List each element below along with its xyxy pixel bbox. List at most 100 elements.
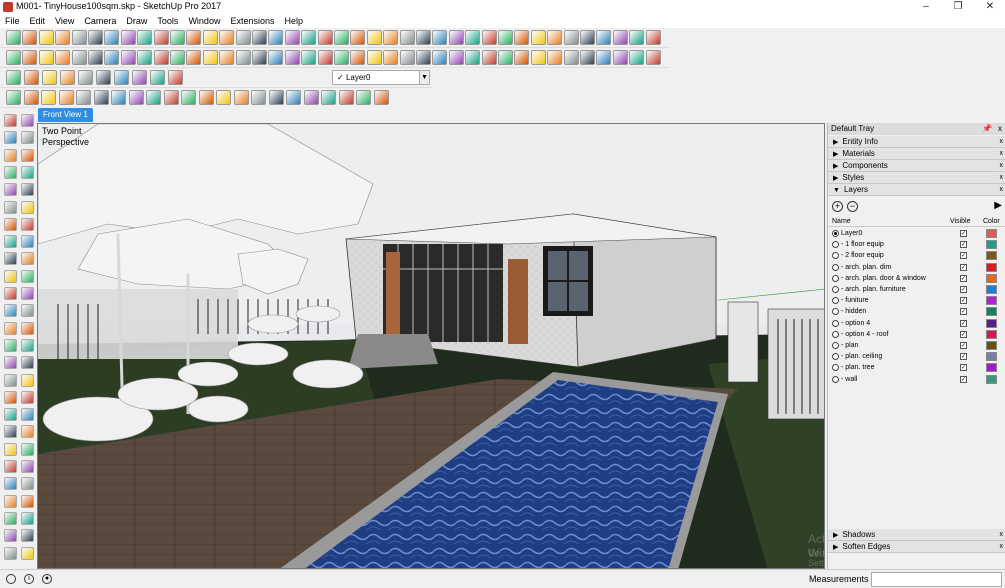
left-tool-icon[interactable] — [4, 460, 17, 473]
pin-icon[interactable]: 📌 — [982, 123, 992, 135]
panel-close-icon[interactable]: x — [1000, 148, 1004, 160]
active-layer-radio[interactable] — [832, 241, 839, 249]
measurements-input[interactable] — [871, 572, 1002, 587]
toolbar-tool-icon[interactable] — [547, 50, 563, 65]
left-tool-icon[interactable] — [21, 373, 34, 387]
left-tool-icon[interactable] — [21, 183, 34, 197]
left-tool-icon[interactable] — [4, 511, 17, 525]
geo-location-icon[interactable] — [6, 574, 16, 584]
menu-edit[interactable]: Edit — [25, 14, 51, 28]
layer-color-swatch[interactable] — [986, 341, 997, 350]
toolbar-tool-icon[interactable] — [465, 50, 481, 65]
toolbar-tool-icon[interactable] — [481, 50, 497, 65]
layer-color-swatch[interactable] — [986, 262, 997, 272]
toolbar-tool-icon[interactable] — [268, 90, 284, 105]
toolbar-tool-icon[interactable] — [55, 30, 71, 45]
active-layer-radio[interactable] — [832, 297, 839, 305]
toolbar-tool-icon[interactable] — [366, 30, 382, 45]
left-tool-icon[interactable] — [21, 114, 34, 127]
left-tool-icon[interactable] — [21, 390, 34, 404]
layer-row[interactable]: - 1 floor equip ✓ — [828, 239, 1005, 250]
active-layer-radio[interactable] — [832, 375, 839, 383]
layer-row[interactable]: - arch. plan. door & window ✓ — [828, 273, 1005, 284]
chevron-down-icon[interactable]: ▼ — [419, 71, 429, 84]
left-tool-icon[interactable] — [21, 252, 34, 266]
active-layer-radio[interactable] — [832, 342, 839, 349]
left-tool-icon[interactable] — [4, 408, 17, 422]
left-tool-icon[interactable] — [21, 408, 34, 422]
menu-help[interactable]: Help — [279, 14, 308, 28]
menu-extensions[interactable]: Extensions — [225, 14, 279, 28]
visible-checkbox[interactable]: ✓ — [960, 286, 967, 293]
layer-color-swatch[interactable] — [986, 329, 997, 339]
layer-color-swatch[interactable] — [986, 296, 997, 306]
left-tool-icon[interactable] — [4, 252, 17, 266]
toolbar-tool-icon[interactable] — [153, 30, 169, 45]
toolbar-tool-icon[interactable] — [55, 50, 71, 65]
layer-name[interactable]: - arch. plan. dim — [841, 262, 891, 273]
layer-color-swatch[interactable] — [986, 229, 997, 238]
left-tool-icon[interactable] — [4, 546, 17, 560]
toolbar-tool-icon[interactable] — [481, 30, 497, 45]
toolbar-tool-icon[interactable] — [120, 50, 136, 65]
info-icon[interactable]: i — [24, 574, 34, 584]
toolbar-tool-icon[interactable] — [170, 50, 185, 65]
toolbar-tool-icon[interactable] — [514, 30, 530, 45]
panel-components[interactable]: ▶ Components x — [828, 160, 1005, 172]
toolbar-tool-icon[interactable] — [252, 50, 267, 65]
toolbar-tool-icon[interactable] — [383, 30, 399, 45]
visible-checkbox[interactable]: ✓ — [960, 241, 967, 249]
toolbar-tool-icon[interactable] — [612, 30, 628, 45]
menu-tools[interactable]: Tools — [152, 14, 183, 28]
toolbar-tool-icon[interactable] — [111, 90, 126, 105]
left-tool-icon[interactable] — [21, 338, 34, 352]
toolbar-tool-icon[interactable] — [366, 50, 382, 65]
toolbar-tool-icon[interactable] — [168, 70, 183, 85]
active-layer-radio[interactable] — [832, 364, 839, 372]
toolbar-tool-icon[interactable] — [93, 90, 109, 105]
layer-name[interactable]: - plan — [841, 340, 859, 351]
toolbar-tool-icon[interactable] — [334, 30, 349, 45]
toolbar-tool-icon[interactable] — [530, 30, 546, 45]
panel-close-icon[interactable]: x — [1000, 160, 1004, 172]
toolbar-tool-icon[interactable] — [268, 50, 284, 65]
left-tool-icon[interactable] — [4, 217, 17, 231]
menu-draw[interactable]: Draw — [121, 14, 152, 28]
toolbar-tool-icon[interactable] — [563, 50, 579, 65]
layer-row[interactable]: - plan ✓ — [828, 340, 1005, 351]
toolbar-tool-icon[interactable] — [251, 90, 266, 105]
panel-materials[interactable]: ▶ Materials x — [828, 148, 1005, 160]
panel-close-icon[interactable]: x — [1000, 541, 1004, 553]
layer-name[interactable]: - 1 floor equip — [841, 239, 884, 250]
toolbar-tool-icon[interactable] — [128, 90, 144, 105]
layer-name[interactable]: - hidden — [841, 306, 866, 317]
toolbar-tool-icon[interactable] — [286, 90, 301, 105]
panel-layers[interactable]: ▼ Layers x — [828, 184, 1005, 196]
toolbar-tool-icon[interactable] — [514, 50, 530, 65]
left-tool-icon[interactable] — [4, 114, 17, 127]
layer-row[interactable]: - option 4 ✓ — [828, 318, 1005, 329]
layer-color-swatch[interactable] — [986, 307, 997, 317]
toolbar-tool-icon[interactable] — [170, 30, 185, 45]
toolbar-tool-icon[interactable] — [416, 30, 431, 45]
left-tool-icon[interactable] — [21, 131, 34, 145]
close-window-button[interactable]: ✕ — [975, 0, 1005, 14]
layer-color-swatch[interactable] — [986, 285, 997, 294]
menu-camera[interactable]: Camera — [79, 14, 121, 28]
active-layer-radio[interactable] — [832, 308, 839, 316]
layer-color-swatch[interactable] — [986, 363, 997, 373]
toolbar-tool-icon[interactable] — [373, 90, 389, 105]
add-layer-button[interactable]: + — [832, 201, 843, 212]
active-layer-radio[interactable] — [832, 252, 839, 260]
left-tool-icon[interactable] — [21, 477, 34, 491]
user-icon[interactable]: ● — [42, 574, 52, 584]
toolbar-tool-icon[interactable] — [153, 50, 169, 65]
visible-checkbox[interactable]: ✓ — [960, 252, 967, 260]
visible-checkbox[interactable]: ✓ — [960, 263, 967, 271]
toolbar-tool-icon[interactable] — [317, 30, 333, 45]
toolbar-tool-icon[interactable] — [235, 30, 251, 45]
toolbar-tool-icon[interactable] — [6, 30, 21, 45]
toolbar-tool-icon[interactable] — [6, 90, 21, 105]
toolbar-tool-icon[interactable] — [629, 50, 645, 65]
left-tool-icon[interactable] — [4, 165, 17, 179]
